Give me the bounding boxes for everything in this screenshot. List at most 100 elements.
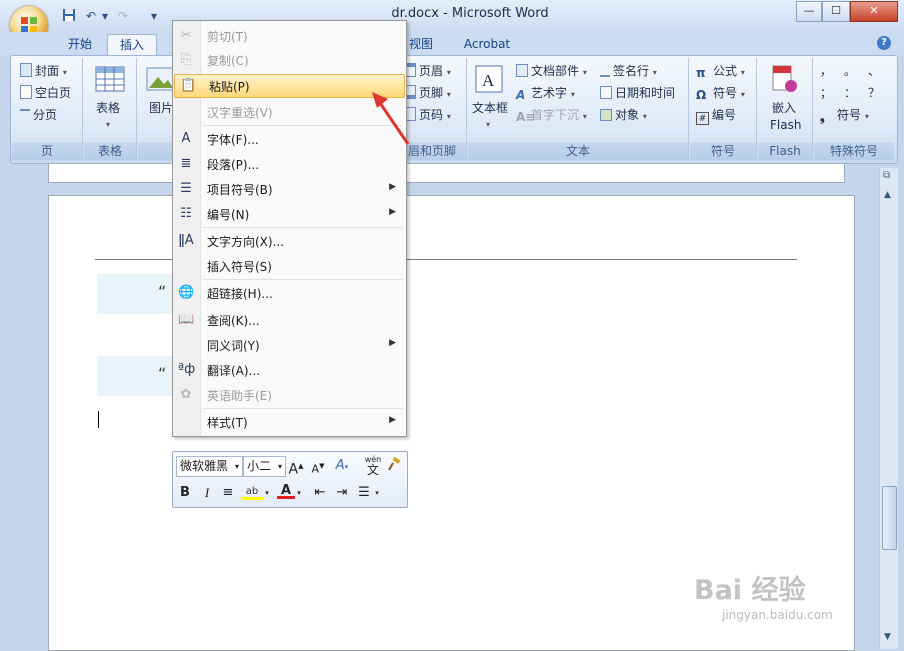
omega-icon: Ω: [696, 88, 707, 102]
scroll-up-icon[interactable]: ▲: [884, 190, 891, 200]
shrink-font-icon[interactable]: A▼: [309, 457, 327, 476]
table-button[interactable]: 表格: [96, 99, 120, 117]
header-button[interactable]: 页眉 ▾: [404, 62, 451, 82]
context-menu-item-label: 查阅(K)...: [207, 314, 260, 328]
special-symbols-group-label: 特殊符号: [814, 142, 894, 160]
submenu-arrow-icon: ▶: [389, 338, 396, 348]
symbol-colon[interactable]: ：: [844, 84, 856, 102]
maximize-button[interactable]: ☐: [822, 1, 850, 22]
cover-page-icon: [20, 63, 32, 77]
context-menu-item-label: 插入符号(S): [207, 260, 272, 274]
highlight-icon[interactable]: ab: [241, 482, 263, 500]
special-symbols-group: ， 。 、 ； ： ？ ❟ 符号 ▾ 特殊符号: [814, 58, 894, 160]
context-menu-item[interactable]: ªф 翻译(A)...: [173, 359, 406, 381]
symbol-comma[interactable]: ，: [820, 62, 832, 80]
context-menu-item[interactable]: 🌐 超链接(H)...: [173, 282, 406, 304]
phonetic-guide-icon[interactable]: wén 文: [363, 454, 383, 476]
scroll-down-icon[interactable]: ▼: [884, 632, 891, 642]
signature-line-button[interactable]: 签名行 ▾: [600, 62, 657, 82]
symbols-group: π 公式 ▾ Ω 符号 ▾ # 编号 符号: [690, 58, 757, 160]
cover-page-button[interactable]: 封面 ▾: [20, 62, 67, 82]
textbox-dropdown-icon[interactable]: ▾: [486, 116, 490, 134]
pi-icon: π: [696, 66, 706, 80]
page-break-icon: [20, 109, 30, 121]
customize-qat-icon[interactable]: ▾: [145, 8, 163, 24]
equation-button[interactable]: π 公式 ▾: [696, 62, 745, 82]
bullets-dropdown-icon[interactable]: ▾: [373, 484, 381, 502]
blank-page-icon: [20, 85, 32, 99]
object-icon: [600, 109, 612, 121]
increase-indent-icon[interactable]: ⇥: [333, 484, 351, 502]
minimize-button[interactable]: —: [796, 1, 822, 22]
vertical-scrollbar[interactable]: ⧉ ▲ ▼: [879, 168, 898, 649]
font-color-icon[interactable]: A: [277, 482, 295, 500]
special-symbol-button[interactable]: ❟ 符号 ▾: [820, 106, 869, 126]
table-dropdown-icon[interactable]: ▾: [106, 116, 110, 134]
page-break-button[interactable]: 分页: [20, 106, 57, 124]
flash-group-label: Flash: [758, 142, 812, 160]
text-group: A 文本框 ▾ 文档部件 ▾ A 艺术字 ▾ A≡首字下沉 ▾ 签名行 ▾ 日期和…: [468, 58, 689, 160]
context-menu-item[interactable]: ǁA 文字方向(X)...: [173, 230, 406, 252]
font-name-select[interactable]: 微软雅黑 ▾: [176, 456, 243, 477]
help-icon[interactable]: ?: [877, 36, 891, 50]
tab-home[interactable]: 开始: [55, 34, 105, 56]
symbol-button[interactable]: Ω 符号 ▾: [696, 84, 745, 104]
center-align-icon[interactable]: ≡: [219, 484, 237, 502]
italic-icon[interactable]: I: [198, 484, 216, 502]
scissors-icon: ✂: [180, 28, 192, 43]
redo-icon[interactable]: ↷: [114, 8, 132, 24]
symbol-question[interactable]: ？: [868, 84, 880, 102]
styles-icon[interactable]: A▾: [333, 457, 351, 475]
wordart-button[interactable]: A 艺术字 ▾: [516, 84, 575, 104]
context-menu-item-label: 文字方向(X)...: [207, 235, 285, 249]
quote-mark: “: [158, 282, 167, 301]
blank-page-button[interactable]: 空白页: [20, 84, 71, 102]
chevron-down-icon: ▾: [234, 462, 239, 471]
submenu-arrow-icon: ▶: [389, 207, 396, 217]
highlight-dropdown-icon[interactable]: ▾: [263, 484, 271, 502]
context-menu-item[interactable]: ☷ 编号(N) ▶: [173, 203, 406, 225]
browse-object-icon[interactable]: ⧉: [883, 170, 890, 181]
context-menu-item[interactable]: 插入符号(S): [173, 255, 406, 277]
context-menu-item[interactable]: 样式(T) ▶: [173, 411, 406, 433]
bullets-icon[interactable]: ☰: [355, 484, 373, 502]
numbering-icon: ☷: [180, 206, 192, 221]
textbox-icon: A: [475, 65, 503, 93]
save-icon[interactable]: [60, 8, 78, 24]
symbol-period[interactable]: 。: [844, 62, 856, 80]
drop-cap-button[interactable]: A≡首字下沉 ▾: [516, 106, 587, 126]
numbering-button[interactable]: # 编号: [696, 106, 736, 125]
font-size-select[interactable]: 小二 ▾: [243, 456, 286, 477]
embed-flash-button-line2[interactable]: Flash: [770, 116, 801, 134]
date-time-button[interactable]: 日期和时间: [600, 84, 675, 102]
font-color-dropdown-icon[interactable]: ▾: [295, 484, 303, 502]
table-icon: [95, 66, 125, 92]
context-menu-item[interactable]: ≣ 段落(P)...: [173, 153, 406, 175]
decrease-indent-icon[interactable]: ⇤: [311, 484, 329, 502]
textbox-button[interactable]: 文本框: [472, 99, 508, 117]
object-button[interactable]: 对象 ▾: [600, 106, 647, 126]
format-painter-icon[interactable]: [385, 456, 403, 475]
quick-parts-button[interactable]: 文档部件 ▾: [516, 62, 587, 82]
symbol-semicolon[interactable]: ；: [820, 84, 832, 102]
undo-dropdown-icon[interactable]: ▾: [96, 8, 114, 24]
context-menu-item[interactable]: 📖 查阅(K)...: [173, 309, 406, 331]
close-button[interactable]: ✕: [850, 1, 898, 22]
svg-text:A: A: [482, 71, 495, 90]
picture-button[interactable]: 图片: [149, 99, 173, 117]
context-menu: ✂ 剪切(T) ⎘ 复制(C) 📋 粘贴(P) 汉字重选(V) A 字体(F)... ≣ 段落(P)…: [172, 20, 407, 437]
symbol-enumeration-comma[interactable]: 、: [868, 62, 880, 80]
context-menu-item[interactable]: 同义词(Y) ▶: [173, 334, 406, 356]
tab-acrobat[interactable]: Acrobat: [456, 34, 518, 56]
grow-font-icon[interactable]: A▲: [287, 457, 305, 478]
previous-page-bottom: [48, 164, 845, 183]
menu-separator: [203, 227, 403, 228]
context-menu-item-label: 字体(F)...: [207, 133, 259, 147]
embed-flash-button-line1[interactable]: 嵌入: [772, 99, 796, 117]
context-menu-item[interactable]: ☰ 项目符号(B) ▶: [173, 178, 406, 200]
context-menu-item-label: 复制(C): [207, 54, 249, 68]
scrollbar-thumb[interactable]: [882, 486, 897, 550]
tab-insert[interactable]: 插入: [107, 34, 157, 57]
symbols-group-label: 符号: [690, 142, 756, 160]
bold-icon[interactable]: B: [176, 484, 194, 502]
